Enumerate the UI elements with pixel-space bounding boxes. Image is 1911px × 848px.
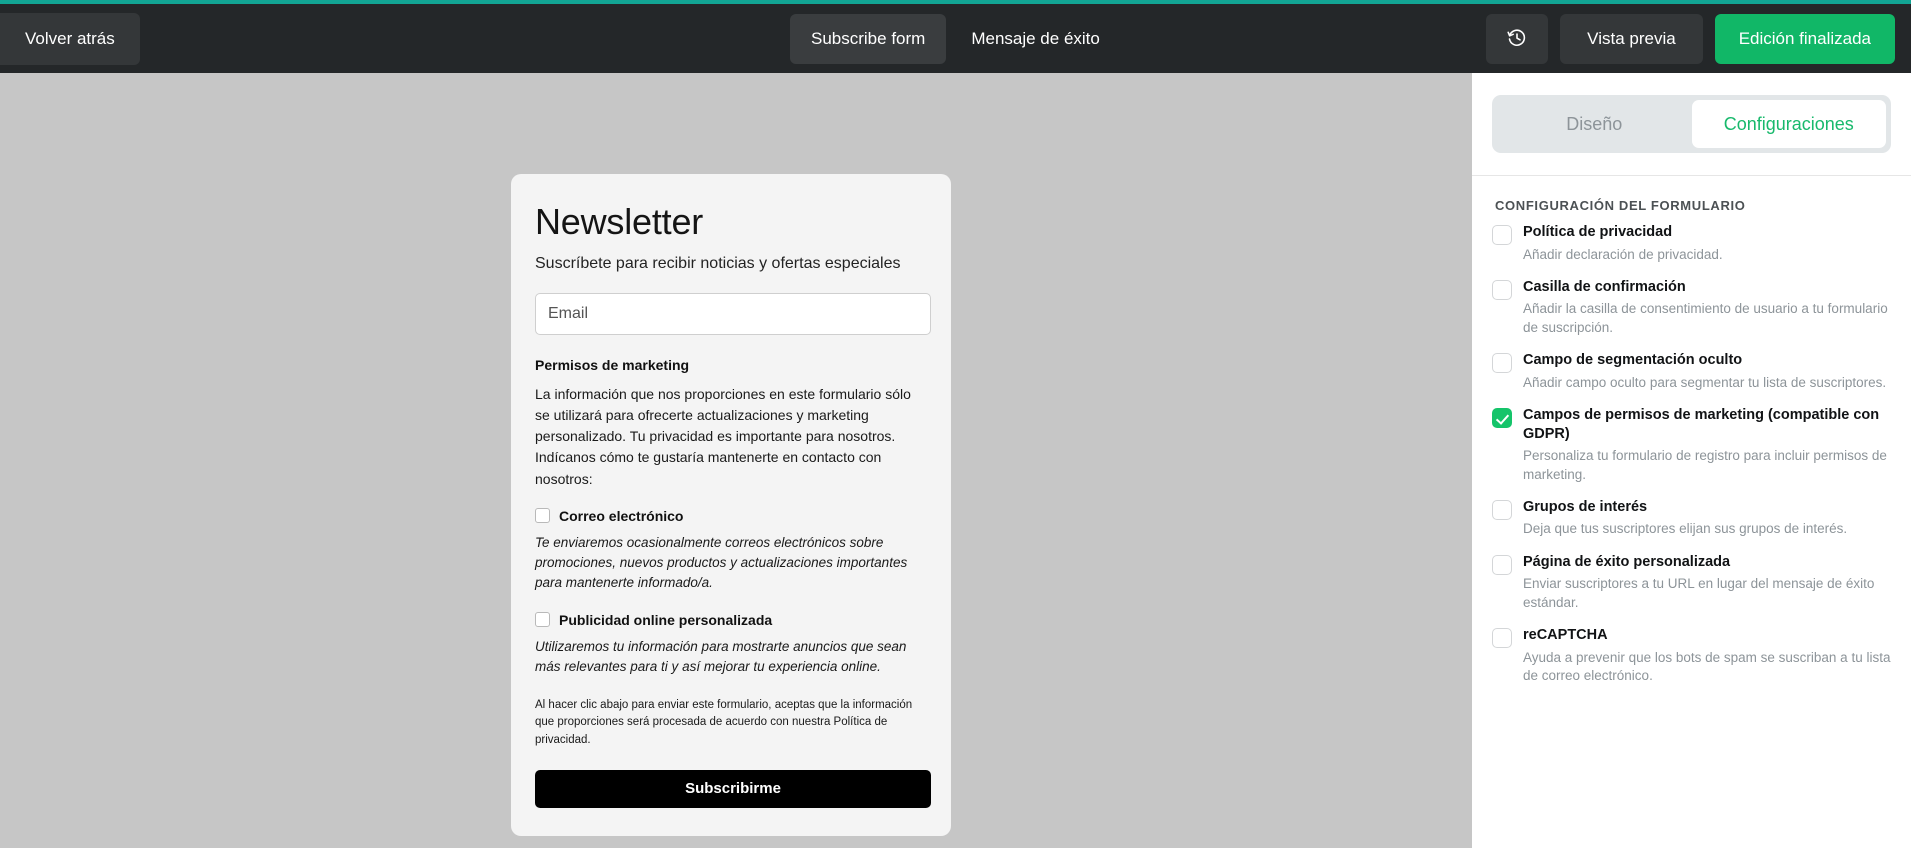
checkbox-recaptcha[interactable] — [1492, 628, 1512, 649]
version-history-button[interactable] — [1486, 14, 1549, 64]
permission-description-email: Te enviaremos ocasionalmente correos ele… — [535, 534, 908, 591]
checkbox-interest-groups[interactable] — [1492, 499, 1512, 520]
option-desc-privacy-policy: Añadir declaración de privacidad. — [1523, 246, 1723, 262]
option-privacy-policy[interactable]: Política de privacidad Añadir declaració… — [1492, 223, 1891, 264]
option-desc-custom-success-page: Enviar suscriptores a tu URL en lugar de… — [1523, 576, 1875, 610]
permission-checkbox-online-ads[interactable] — [535, 612, 550, 628]
option-text-hidden-segmentation-field: Campo de segmentación oculto Añadir camp… — [1523, 351, 1891, 392]
option-desc-recaptcha: Ayuda a prevenir que los bots de spam se… — [1523, 649, 1891, 683]
option-confirmation-checkbox[interactable]: Casilla de confirmación Añadir la casill… — [1492, 278, 1891, 337]
email-input[interactable] — [535, 292, 931, 335]
form-card-inner: Newsletter Suscríbete para recibir notic… — [511, 174, 951, 808]
checkbox-privacy-policy[interactable] — [1492, 225, 1512, 245]
permission-label-online-ads: Publicidad online personalizada — [559, 611, 773, 628]
option-desc-hidden-segmentation-field: Añadir campo oculto para segmentar tu li… — [1523, 374, 1887, 390]
checkbox-marketing-permissions[interactable] — [1492, 408, 1512, 429]
top-toolbar: Volver atrás Subscribe form Mensaje de é… — [0, 0, 1911, 73]
form-subtitle: Suscríbete para recibir noticias y ofert… — [535, 254, 901, 272]
toolbar-left-group: Volver atrás — [0, 13, 140, 65]
option-title-interest-groups: Grupos de interés — [1523, 498, 1648, 515]
option-marketing-permissions[interactable]: Campos de permisos de marketing (compati… — [1492, 406, 1891, 484]
tab-settings[interactable]: Configuraciones — [1691, 100, 1886, 148]
page-tabs: Subscribe form Mensaje de éxito — [790, 14, 1121, 64]
subscribe-submit-button[interactable]: Subscribirme — [535, 769, 931, 808]
tab-design[interactable]: Diseño — [1497, 100, 1692, 148]
form-fineprint: Al hacer clic abajo para enviar este for… — [535, 699, 913, 746]
option-text-interest-groups: Grupos de interés Deja que tus suscripto… — [1523, 498, 1891, 539]
option-desc-confirmation-checkbox: Añadir la casilla de consentimiento de u… — [1523, 301, 1888, 335]
form-canvas: Newsletter Suscríbete para recibir notic… — [0, 73, 1471, 848]
panel-divider — [1472, 175, 1911, 176]
history-clock-icon — [1507, 28, 1527, 51]
settings-option-list: Política de privacidad Añadir declaració… — [1492, 223, 1891, 685]
permission-description-online-ads: Utilizaremos tu información para mostrar… — [535, 638, 907, 674]
checkbox-confirmation-checkbox[interactable] — [1492, 279, 1512, 300]
panel-tab-group: Diseño Configuraciones — [1492, 95, 1891, 153]
option-text-recaptcha: reCAPTCHA Ayuda a prevenir que los bots … — [1523, 626, 1891, 685]
tab-success-message[interactable]: Mensaje de éxito — [950, 14, 1121, 64]
toolbar-right-group: Vista previa Edición finalizada — [1486, 14, 1895, 64]
option-text-privacy-policy: Política de privacidad Añadir declaració… — [1523, 223, 1891, 264]
back-button[interactable]: Volver atrás — [0, 13, 140, 65]
option-title-hidden-segmentation-field: Campo de segmentación oculto — [1523, 352, 1743, 369]
marketing-permissions-heading: Permisos de marketing — [535, 356, 690, 373]
option-custom-success-page[interactable]: Página de éxito personalizada Enviar sus… — [1492, 553, 1891, 612]
marketing-permissions-intro: La información que nos proporciones en e… — [535, 385, 911, 487]
permission-row-email[interactable]: Correo electrónico — [535, 508, 927, 524]
option-title-custom-success-page: Página de éxito personalizada — [1523, 553, 1731, 570]
tab-subscribe-form[interactable]: Subscribe form — [790, 14, 947, 64]
preview-button[interactable]: Vista previa — [1560, 14, 1703, 64]
settings-panel: Diseño Configuraciones CONFIGURACIÓN DEL… — [1472, 73, 1911, 848]
option-desc-interest-groups: Deja que tus suscriptores elijan sus gru… — [1523, 521, 1848, 537]
permission-checkbox-email[interactable] — [535, 508, 550, 524]
subscribe-form-card[interactable]: Newsletter Suscríbete para recibir notic… — [511, 174, 951, 836]
option-text-confirmation-checkbox: Casilla de confirmación Añadir la casill… — [1523, 278, 1891, 337]
option-interest-groups[interactable]: Grupos de interés Deja que tus suscripto… — [1492, 498, 1891, 539]
option-title-recaptcha: reCAPTCHA — [1523, 627, 1608, 644]
option-title-marketing-permissions: Campos de permisos de marketing (compati… — [1523, 407, 1880, 442]
finish-editing-button[interactable]: Edición finalizada — [1714, 14, 1895, 64]
checkbox-custom-success-page[interactable] — [1492, 554, 1512, 575]
option-text-marketing-permissions: Campos de permisos de marketing (compati… — [1523, 406, 1891, 484]
option-title-confirmation-checkbox: Casilla de confirmación — [1523, 278, 1686, 295]
permission-label-email: Correo electrónico — [559, 507, 684, 524]
option-hidden-segmentation-field[interactable]: Campo de segmentación oculto Añadir camp… — [1492, 351, 1891, 392]
option-recaptcha[interactable]: reCAPTCHA Ayuda a prevenir que los bots … — [1492, 626, 1891, 685]
option-title-privacy-policy: Política de privacidad — [1523, 224, 1673, 240]
form-title: Newsletter — [535, 201, 704, 242]
form-settings-section-title: CONFIGURACIÓN DEL FORMULARIO — [1495, 198, 1746, 213]
checkbox-hidden-segmentation-field[interactable] — [1492, 353, 1512, 374]
option-desc-marketing-permissions: Personaliza tu formulario de registro pa… — [1523, 448, 1887, 482]
permission-row-online-ads[interactable]: Publicidad online personalizada — [535, 612, 927, 628]
option-text-custom-success-page: Página de éxito personalizada Enviar sus… — [1523, 553, 1891, 612]
